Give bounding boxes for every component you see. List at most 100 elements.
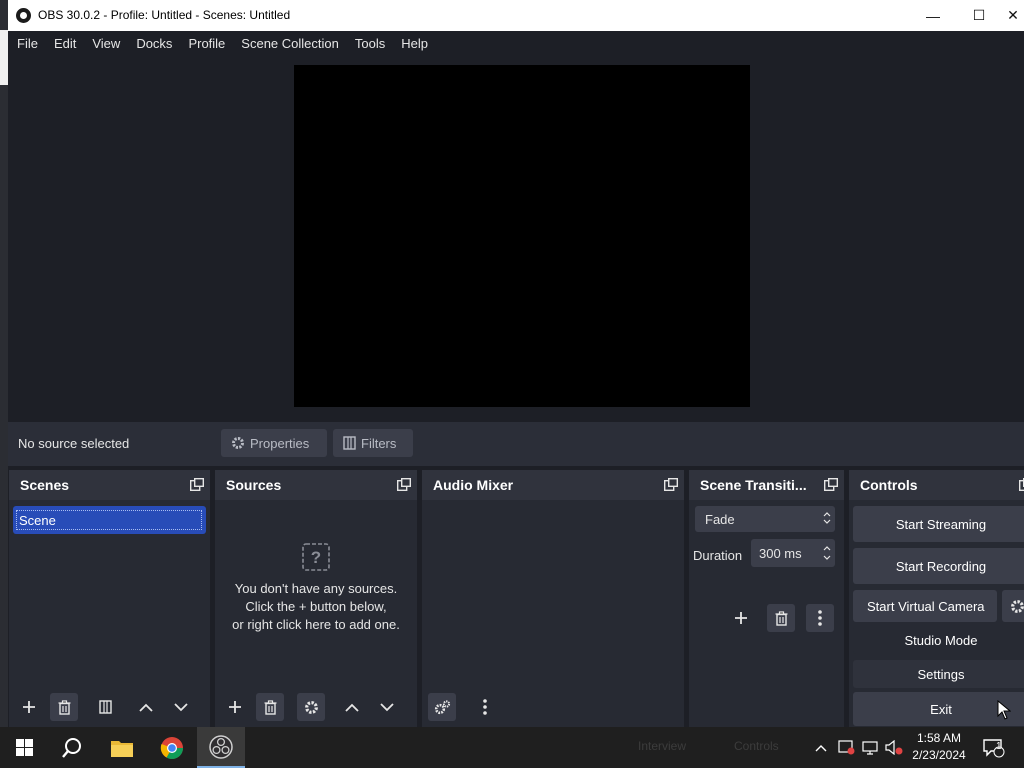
chrome-taskbar-button[interactable]: [148, 727, 196, 768]
clock-time: 1:58 AM: [916, 731, 962, 745]
controls-dock: Controls Start Streaming Start Recording…: [849, 470, 1024, 727]
audio-mixer-dock: Audio Mixer: [422, 470, 684, 727]
filter-icon: [343, 436, 356, 450]
sources-empty-line-2: Click the + button below,: [245, 599, 387, 614]
plus-icon: [23, 701, 35, 713]
duration-input[interactable]: 300 ms: [751, 539, 835, 567]
windows-start-button[interactable]: [0, 727, 48, 768]
controls-dock-header: Controls: [849, 470, 1024, 500]
menu-help[interactable]: Help: [401, 36, 428, 51]
search-button[interactable]: [48, 727, 96, 768]
studio-mode-button[interactable]: Studio Mode: [853, 626, 1024, 654]
start-virtual-camera-button[interactable]: Start Virtual Camera: [853, 590, 997, 622]
start-recording-button[interactable]: Start Recording: [853, 548, 1024, 584]
move-scene-down-button[interactable]: [167, 693, 195, 721]
taskbar-clock[interactable]: 1:58 AM 2/23/2024: [905, 730, 973, 764]
undock-icon[interactable]: [664, 478, 678, 491]
transition-select-value: Fade: [705, 511, 735, 527]
trash-icon: [264, 699, 276, 715]
spinner-arrows-icon[interactable]: [823, 544, 831, 562]
svg-text:?: ?: [311, 548, 321, 567]
taskbar: Interview Controls 1:58 AM 2/23/2024 1: [0, 727, 1024, 768]
move-scene-up-button[interactable]: [132, 693, 160, 721]
menu-view[interactable]: View: [92, 36, 120, 51]
advanced-audio-properties-button[interactable]: [428, 693, 456, 721]
audio-mixer-dock-title: Audio Mixer: [433, 477, 514, 493]
chevron-down-icon: [174, 702, 188, 711]
shield-icon: [838, 740, 855, 755]
menu-file[interactable]: File: [17, 36, 38, 51]
start-streaming-button[interactable]: Start Streaming: [853, 506, 1024, 542]
scene-transitions-dock: Scene Transiti... Fade Duration 300 ms: [689, 470, 844, 727]
scenes-dock-header: Scenes: [9, 470, 210, 500]
gear-icon: [232, 437, 244, 449]
maximize-button[interactable]: ☐: [956, 0, 1002, 31]
remove-transition-button[interactable]: [767, 604, 795, 632]
minimize-button[interactable]: —: [910, 0, 956, 31]
move-source-down-button[interactable]: [373, 693, 401, 721]
undock-icon[interactable]: [824, 478, 838, 491]
clock-date: 2/23/2024: [912, 748, 966, 762]
security-tray-icon[interactable]: [838, 727, 855, 768]
sources-empty-line-3: or right click here to add one.: [232, 617, 400, 632]
sources-footer: [215, 687, 417, 727]
file-explorer-taskbar-button[interactable]: [98, 727, 146, 768]
show-hidden-icons-button[interactable]: [815, 727, 827, 768]
obs-icon: [209, 734, 233, 759]
faint-taskbar-label-left: Interview: [638, 739, 687, 753]
source-toolbar: No source selected Properties Filters: [8, 422, 1024, 466]
folder-icon: [111, 740, 133, 757]
controls-dock-title: Controls: [860, 477, 918, 493]
undock-icon[interactable]: [1019, 478, 1024, 491]
remove-scene-button[interactable]: [50, 693, 78, 721]
scene-list-item[interactable]: Scene: [13, 506, 206, 534]
virtual-camera-settings-button[interactable]: [1002, 590, 1024, 622]
scene-transitions-dock-title: Scene Transiti...: [700, 477, 807, 493]
transition-menu-button[interactable]: [806, 604, 834, 632]
scene-filters-button[interactable]: [91, 693, 119, 721]
undock-icon[interactable]: [397, 478, 411, 491]
network-tray-icon[interactable]: [862, 727, 879, 768]
windows-logo-icon: [15, 739, 33, 756]
chevron-down-icon: [380, 702, 394, 711]
add-scene-button[interactable]: [15, 693, 43, 721]
mixer-menu-button[interactable]: [471, 693, 499, 721]
undock-icon[interactable]: [190, 478, 204, 491]
select-arrows-icon: [823, 512, 831, 524]
preview-canvas[interactable]: [294, 65, 750, 407]
scenes-dock: Scenes Scene: [9, 470, 210, 727]
filters-button[interactable]: Filters: [333, 429, 413, 457]
close-button[interactable]: ✕: [1002, 0, 1024, 31]
source-properties-button[interactable]: [297, 693, 325, 721]
scenes-footer: [9, 687, 210, 727]
volume-muted-icon: [885, 740, 903, 755]
duration-value: 300 ms: [759, 545, 802, 561]
volume-tray-icon[interactable]: [885, 727, 903, 768]
trash-icon: [775, 610, 787, 626]
menu-edit[interactable]: Edit: [54, 36, 76, 51]
add-transition-button[interactable]: [727, 604, 755, 632]
menu-docks[interactable]: Docks: [136, 36, 172, 51]
settings-button[interactable]: Settings: [853, 660, 1024, 688]
mouse-cursor-icon: [997, 700, 1011, 720]
search-icon: [62, 737, 81, 758]
gears-icon: [434, 699, 450, 714]
properties-button[interactable]: Properties: [221, 429, 327, 457]
menu-profile[interactable]: Profile: [188, 36, 225, 51]
sources-list[interactable]: ? You don't have any sources. Click the …: [215, 500, 417, 727]
plus-icon: [735, 612, 747, 624]
faint-taskbar-label-right: Controls: [734, 739, 779, 753]
controls-body: Start Streaming Start Recording Start Vi…: [849, 500, 1024, 727]
remove-source-button[interactable]: [256, 693, 284, 721]
more-vertical-icon: [818, 610, 822, 626]
menu-scene-collection[interactable]: Scene Collection: [241, 36, 339, 51]
obs-taskbar-button[interactable]: [197, 727, 245, 768]
notifications-button[interactable]: 1: [982, 727, 1006, 768]
chevron-up-icon: [139, 703, 153, 712]
add-source-button[interactable]: [221, 693, 249, 721]
chevron-up-icon: [345, 703, 359, 712]
sources-empty-line-1: You don't have any sources.: [234, 581, 398, 596]
transition-select[interactable]: Fade: [695, 506, 835, 532]
menu-tools[interactable]: Tools: [355, 36, 385, 51]
move-source-up-button[interactable]: [338, 693, 366, 721]
